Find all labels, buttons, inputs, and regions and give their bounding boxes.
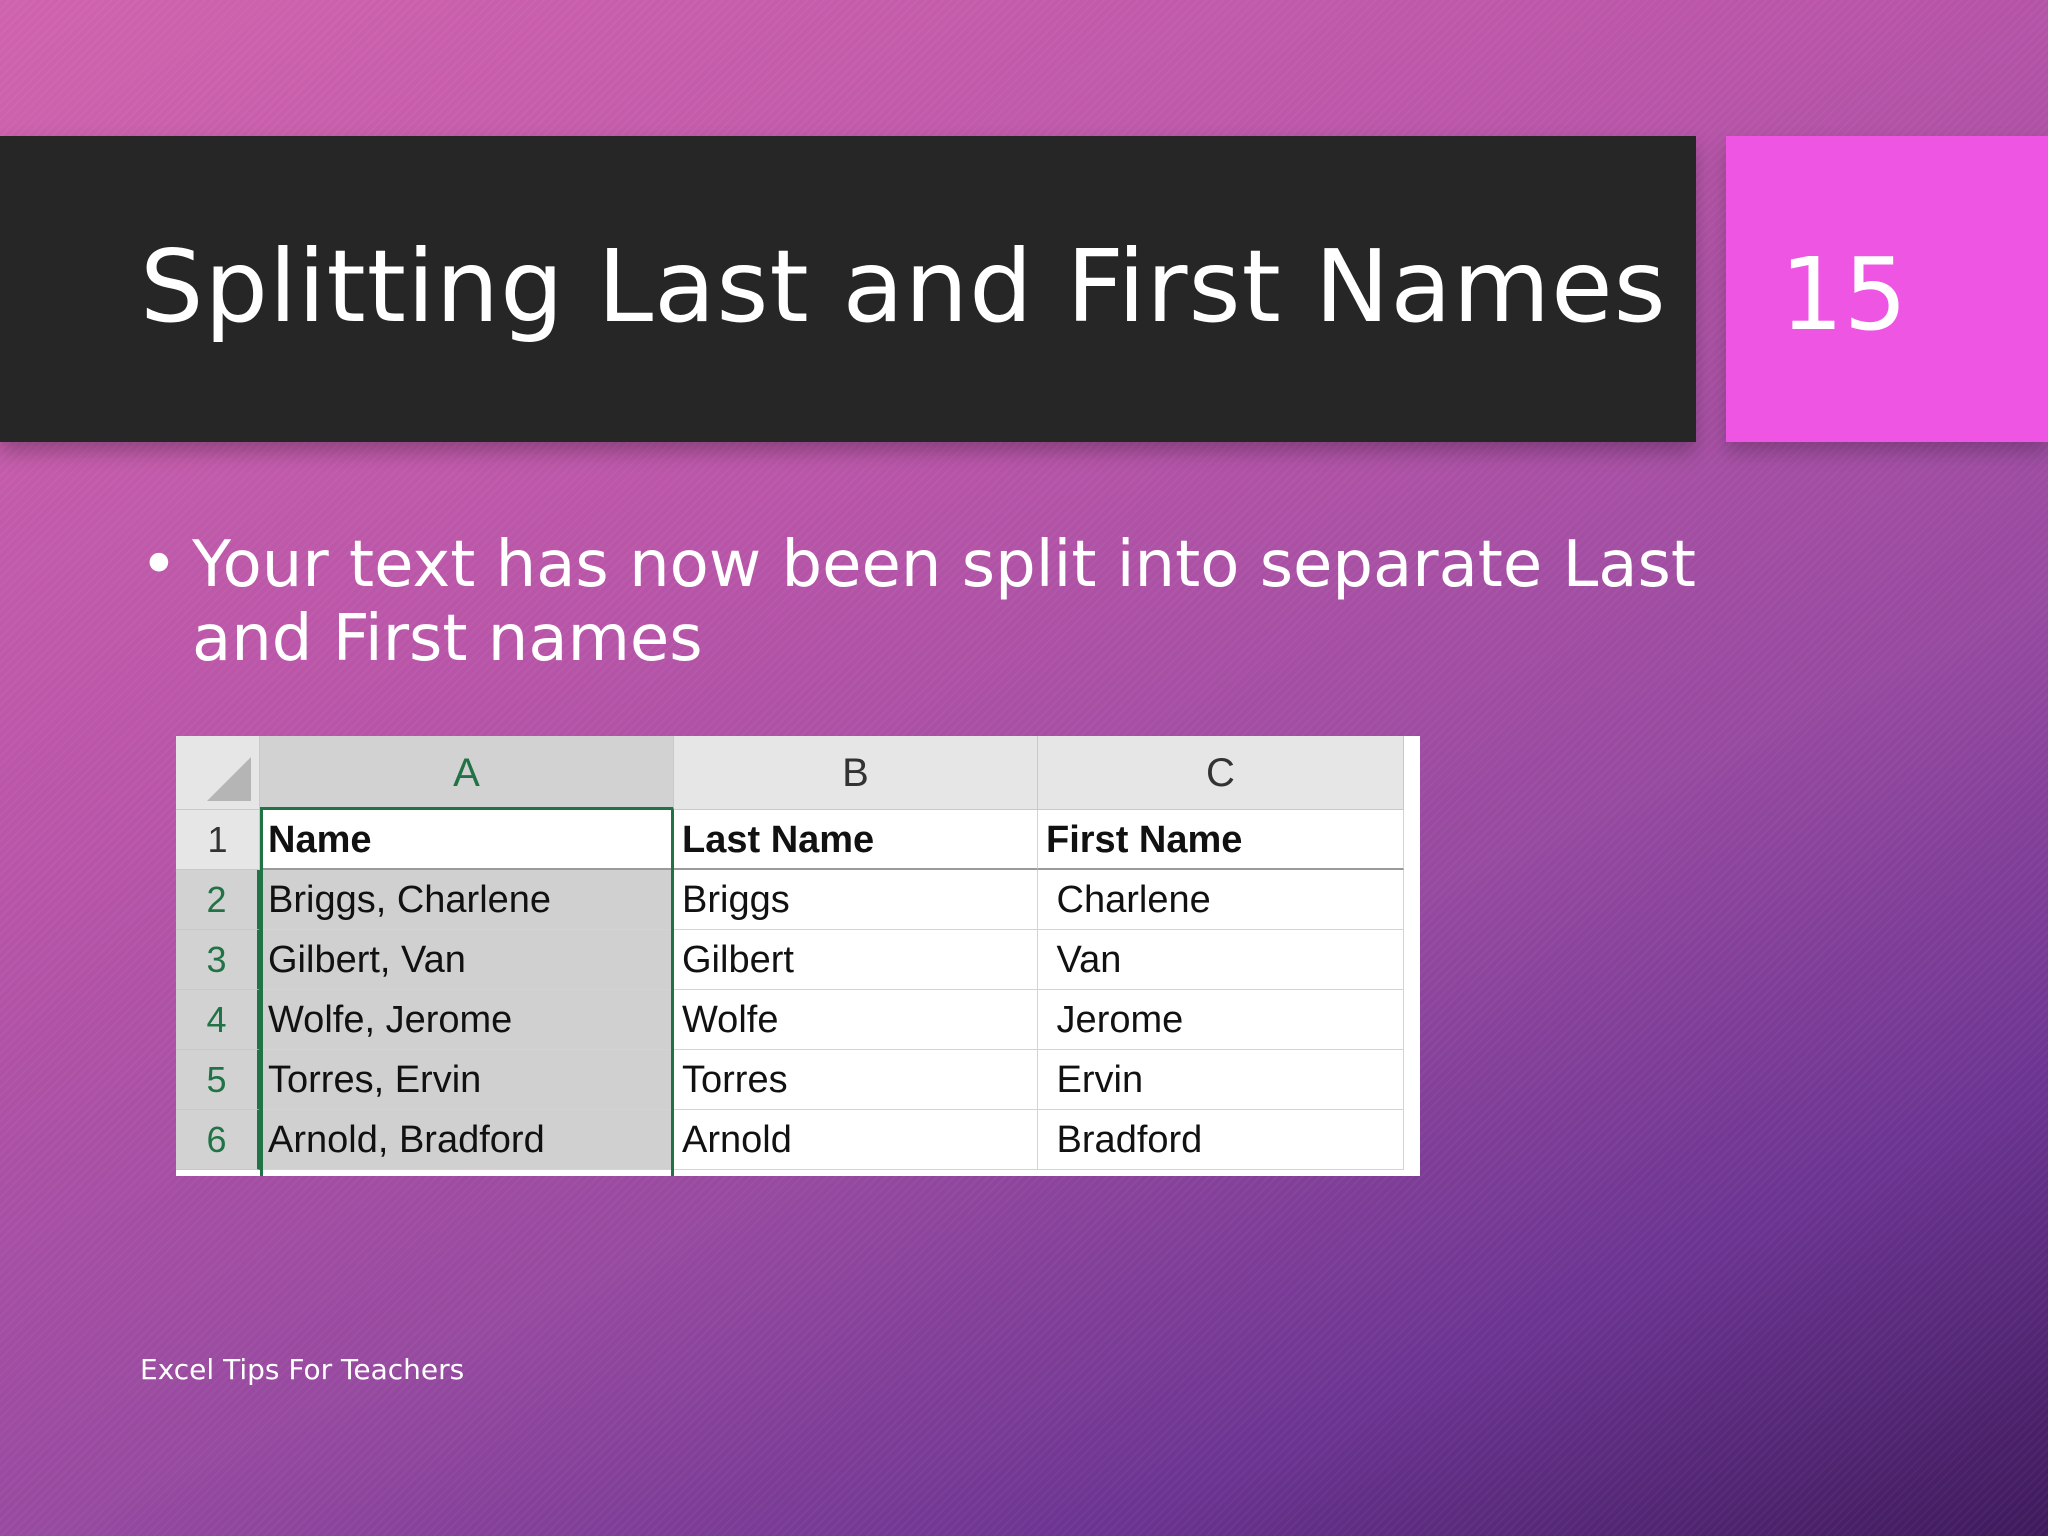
slide-footer: Excel Tips For Teachers — [140, 1353, 465, 1386]
cell-c2: Charlene — [1038, 870, 1404, 930]
row-header-4: 4 — [176, 990, 260, 1050]
bullet-text: Your text has now been split into separa… — [192, 528, 1696, 676]
select-all-triangle-icon — [207, 757, 251, 801]
cell-b3: Gilbert — [674, 930, 1038, 990]
row-header-3: 3 — [176, 930, 260, 990]
column-header-a: A — [260, 736, 674, 810]
cell-b4: Wolfe — [674, 990, 1038, 1050]
cell-a6: Arnold, Bradford — [260, 1110, 674, 1170]
cell-a2: Briggs, Charlene — [260, 870, 674, 930]
cell-c4: Jerome — [1038, 990, 1404, 1050]
cell-c1: First Name — [1038, 810, 1404, 870]
cell-b2: Briggs — [674, 870, 1038, 930]
row-header-2: 2 — [176, 870, 260, 930]
cell-b6: Arnold — [674, 1110, 1038, 1170]
cell-c3: Van — [1038, 930, 1404, 990]
spreadsheet-screenshot: A B C 1 2 3 4 5 6 Name Last Name First N… — [176, 736, 1420, 1176]
slide-number: 15 — [1780, 236, 1908, 353]
column-header-b: B — [674, 736, 1038, 810]
row-header-6: 6 — [176, 1110, 260, 1170]
cell-c6: Bradford — [1038, 1110, 1404, 1170]
select-all-corner — [176, 736, 260, 810]
bullet-marker: • — [140, 528, 178, 602]
slide-title: Splitting Last and First Names — [140, 228, 1667, 345]
row-header-1: 1 — [176, 810, 260, 870]
cell-a1: Name — [260, 810, 674, 870]
cell-b1: Last Name — [674, 810, 1038, 870]
cell-a5: Torres, Ervin — [260, 1050, 674, 1110]
cell-b5: Torres — [674, 1050, 1038, 1110]
cell-a3: Gilbert, Van — [260, 930, 674, 990]
row-header-5: 5 — [176, 1050, 260, 1110]
cell-c5: Ervin — [1038, 1050, 1404, 1110]
column-header-c: C — [1038, 736, 1404, 810]
cell-a4: Wolfe, Jerome — [260, 990, 674, 1050]
